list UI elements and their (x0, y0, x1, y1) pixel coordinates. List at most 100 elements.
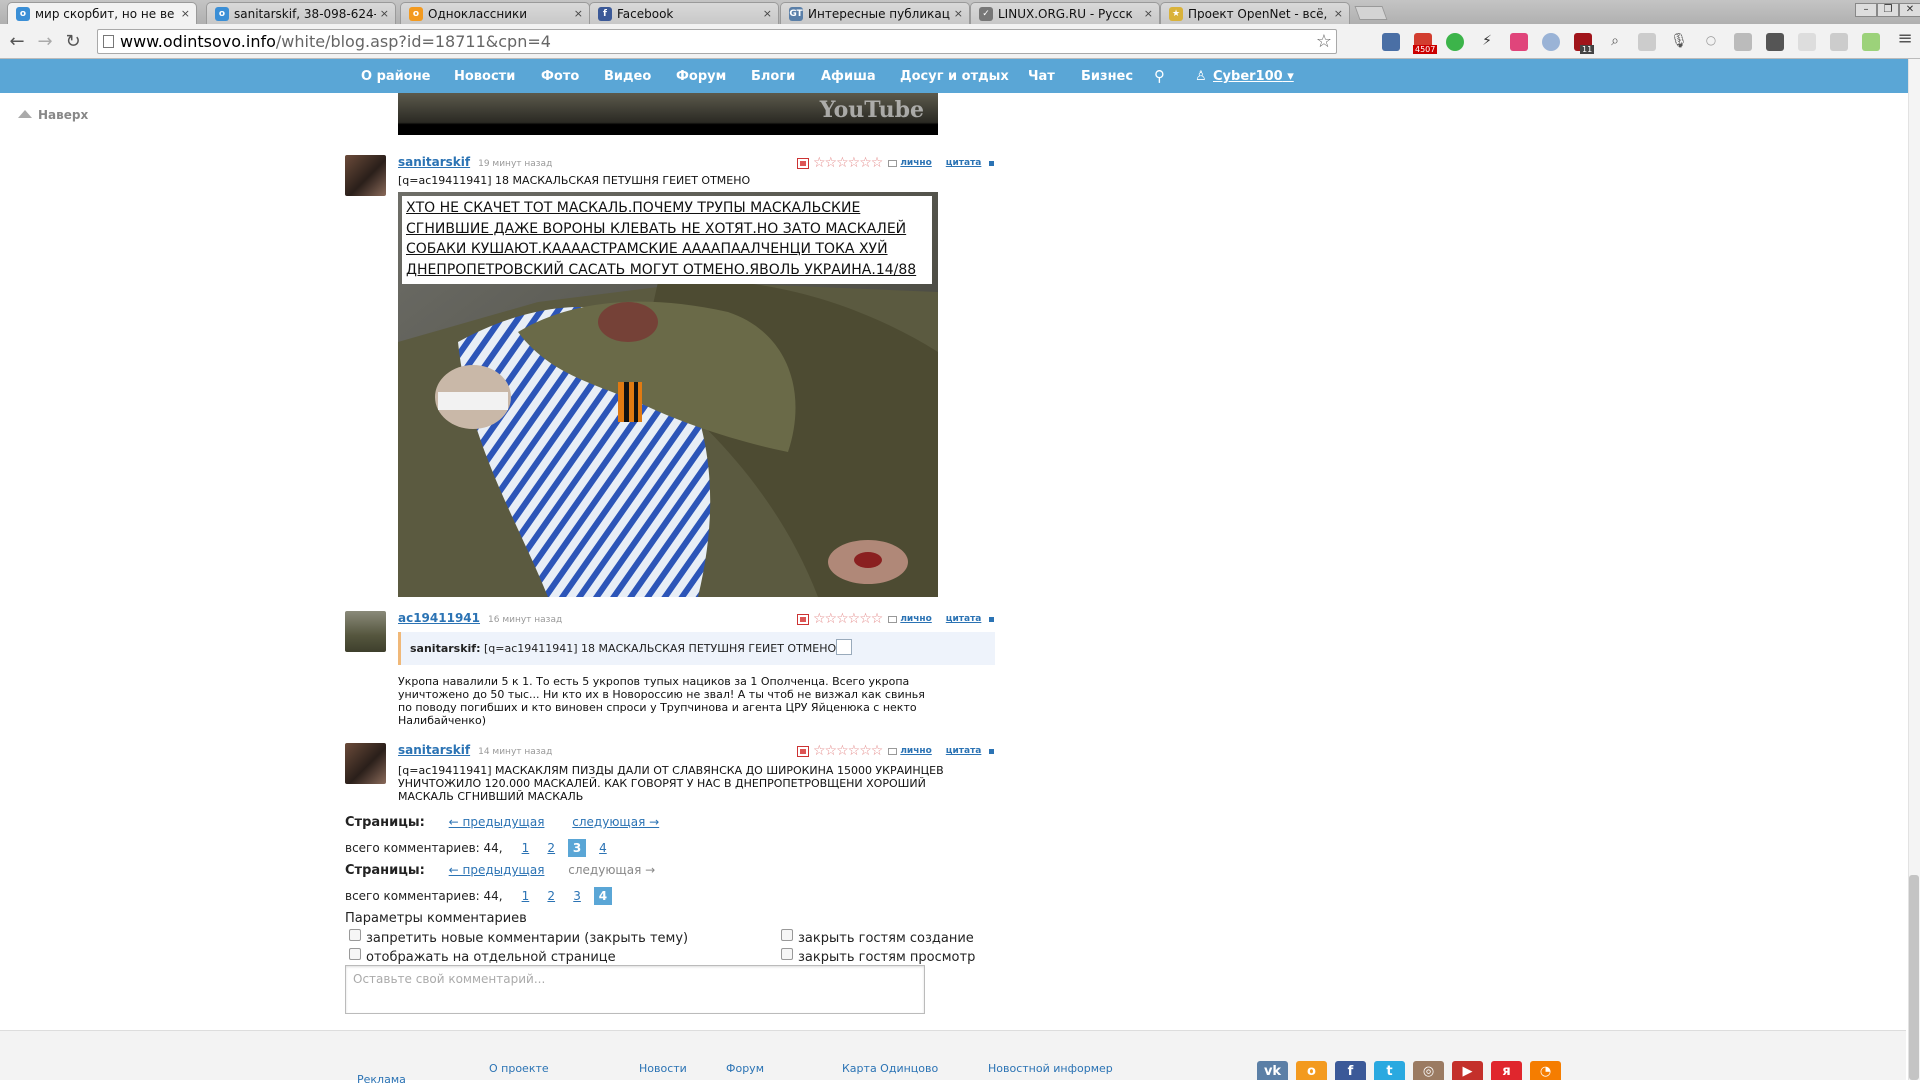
social-icon[interactable]: я (1491, 1061, 1522, 1080)
tab-close-icon[interactable]: × (954, 7, 963, 20)
nav-blogs[interactable]: Блоги (751, 69, 795, 84)
gmail-icon[interactable]: 4507 (1413, 33, 1438, 54)
comment-author[interactable]: sanitarskif (398, 743, 470, 757)
comment-input[interactable]: Оставьте свой комментарий... (345, 965, 925, 1014)
nav-business[interactable]: Бизнес (1081, 69, 1133, 84)
page-link-2[interactable]: 2 (542, 889, 560, 903)
avatar[interactable] (345, 155, 386, 196)
social-icon[interactable]: о (1296, 1061, 1327, 1080)
evernote-icon[interactable] (1446, 33, 1464, 51)
checkbox[interactable] (349, 929, 361, 941)
page-link-3[interactable]: 3 (568, 889, 586, 903)
nav-leisure[interactable]: Досуг и отдых (900, 69, 1009, 84)
next-page-link[interactable]: следующая → (572, 815, 659, 829)
footer-about-link[interactable]: О проекте (489, 1062, 549, 1075)
footer-forum-link[interactable]: Форум (726, 1062, 764, 1075)
checkbox[interactable] (349, 948, 361, 960)
page-link-1[interactable]: 1 (516, 889, 534, 903)
rating-stars[interactable]: ☆☆☆☆☆☆ (813, 744, 883, 758)
report-icon[interactable] (797, 157, 809, 169)
social-icon[interactable]: ◎ (1413, 1061, 1444, 1080)
comment-author[interactable]: ac19411941 (398, 611, 480, 625)
address-bar[interactable]: www.odintsovo.info/white/blog.asp?id=187… (97, 29, 1337, 54)
forward-button[interactable]: → (34, 31, 56, 52)
page-link-2[interactable]: 2 (542, 841, 560, 855)
checkbox[interactable] (781, 929, 793, 941)
circle-icon[interactable]: ○ (1702, 33, 1720, 51)
edit-icon[interactable] (1862, 33, 1880, 51)
browser-tab[interactable]: о Одноклассники × (400, 2, 590, 24)
footer-news-link[interactable]: Новости (639, 1062, 687, 1075)
tab-close-icon[interactable]: × (763, 7, 772, 20)
page-link-1[interactable]: 1 (516, 841, 534, 855)
private-message-link[interactable]: лично (900, 746, 931, 756)
social-icon[interactable]: ◔ (1530, 1061, 1561, 1080)
social-icon[interactable]: vk (1257, 1061, 1288, 1080)
tab-close-icon[interactable]: × (1144, 7, 1153, 20)
zoom-icon[interactable]: ⌕ (1606, 33, 1624, 51)
browser-tab[interactable]: o мир скорбит, но не ве × (7, 2, 197, 24)
social-icon[interactable]: ▶ (1452, 1061, 1483, 1080)
prev-page-link[interactable]: ← предыдущая (449, 863, 545, 877)
comment-author[interactable]: sanitarskif (398, 155, 470, 169)
menu-icon[interactable]: ≡ (1894, 28, 1916, 49)
browser-tab[interactable]: o sanitarskif, 38-098-624- × (206, 2, 396, 24)
guest-view-checkbox[interactable]: закрыть гостям просмотр (781, 948, 975, 965)
quote-link[interactable]: цитата (946, 614, 982, 624)
back-to-top-link[interactable]: Наверх (18, 108, 88, 122)
browser-tab[interactable]: ★ Проект OpenNet - всё, × (1160, 2, 1350, 24)
browser-tab[interactable]: f Facebook × (589, 2, 779, 24)
back-button[interactable]: ← (6, 31, 28, 52)
checkbox[interactable] (781, 948, 793, 960)
social-icon[interactable]: f (1335, 1061, 1366, 1080)
new-tab-button[interactable] (1354, 6, 1388, 20)
page-link-4[interactable]: 4 (594, 841, 612, 855)
footer-informer-link[interactable]: Новостной информер (988, 1062, 1113, 1075)
tab-close-icon[interactable]: × (181, 7, 190, 20)
search-icon[interactable]: ⚲ (1154, 67, 1165, 85)
rating-stars[interactable]: ☆☆☆☆☆☆ (813, 156, 883, 170)
microphone-icon[interactable]: 🎙 (1670, 33, 1688, 51)
quote-link[interactable]: цитата (946, 158, 982, 168)
lightning-icon[interactable]: ⚡ (1478, 33, 1496, 51)
ublock-icon[interactable]: 11 (1574, 33, 1595, 54)
s-extension-icon[interactable] (1766, 33, 1784, 51)
footer-map-link[interactable]: Карта Одинцово (842, 1062, 938, 1075)
private-message-link[interactable]: лично (900, 614, 931, 624)
avatar[interactable] (345, 743, 386, 784)
rating-stars[interactable]: ☆☆☆☆☆☆ (813, 612, 883, 626)
extension-box-icon[interactable] (1798, 33, 1816, 51)
nav-afisha[interactable]: Афиша (821, 69, 876, 84)
nav-chat[interactable]: Чат (1028, 69, 1055, 84)
report-icon[interactable] (797, 745, 809, 757)
browser-tab[interactable]: GT Интересные публикац × (780, 2, 970, 24)
extension-grid-icon[interactable] (1638, 33, 1656, 51)
tab-close-icon[interactable]: × (380, 7, 389, 20)
minimize-button[interactable]: – (1855, 3, 1877, 17)
social-icon[interactable]: t (1374, 1061, 1405, 1080)
quote-link[interactable]: цитата (946, 746, 982, 756)
close-window-button[interactable]: ✕ (1899, 3, 1920, 17)
report-icon[interactable] (797, 613, 809, 625)
pocket-icon[interactable] (1510, 33, 1528, 51)
nav-news[interactable]: Новости (454, 69, 515, 84)
restore-button[interactable]: ❐ (1877, 3, 1899, 17)
extension-gear-icon[interactable] (1382, 33, 1400, 51)
private-message-link[interactable]: лично (900, 158, 931, 168)
close-thread-checkbox[interactable]: запретить новые комментарии (закрыть тем… (349, 929, 688, 946)
nav-video[interactable]: Видео (604, 69, 651, 84)
browser-tab[interactable]: ✓ LINUX.ORG.RU - Русск × (970, 2, 1160, 24)
page-scrollbar-thumb[interactable] (1909, 875, 1919, 1080)
html5-icon[interactable] (1734, 33, 1752, 51)
reload-button[interactable]: ↻ (62, 31, 84, 52)
tab-close-icon[interactable]: × (574, 7, 583, 20)
separate-page-checkbox[interactable]: отображать на отдельной странице (349, 948, 616, 965)
share-icon[interactable] (1542, 33, 1560, 51)
nav-photo[interactable]: Фото (541, 69, 579, 84)
prev-page-link[interactable]: ← предыдущая (449, 815, 545, 829)
embedded-video[interactable]: YouTube (398, 93, 938, 135)
comment-image[interactable]: ХТО НЕ СКАЧЕТ ТОТ МАСКАЛЬ.ПОЧЕМУ ТРУПЫ М… (398, 192, 938, 597)
bookmark-star-icon[interactable]: ☆ (1316, 30, 1332, 53)
puzzle-icon[interactable] (1830, 33, 1848, 51)
avatar[interactable] (345, 611, 386, 652)
